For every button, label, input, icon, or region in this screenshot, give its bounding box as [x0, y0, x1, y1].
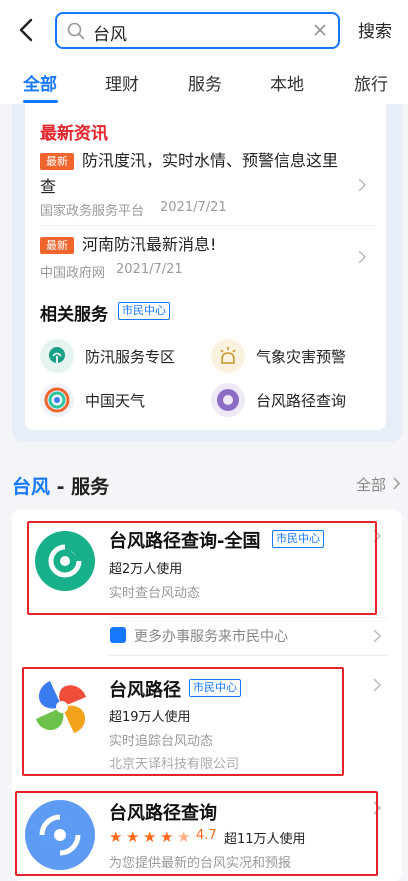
service-label: 中国天气 [85, 392, 146, 410]
news-source: 国家政务服务平台 [40, 204, 145, 219]
service-label: 台风路径查询 [256, 392, 347, 410]
document-icon [110, 627, 126, 643]
search-input[interactable]: 台风 [55, 12, 340, 49]
search-header: 台风 搜索 [0, 0, 408, 60]
news-date: 2021/7/21 [116, 262, 183, 277]
tab-indicator [23, 100, 58, 103]
typhoon-icon [211, 383, 245, 417]
new-badge: 最新 [40, 237, 74, 254]
service-label: 气象灾害预警 [256, 348, 347, 366]
news-title: 最新资讯 [40, 124, 108, 144]
search-icon [67, 22, 85, 40]
divider [108, 617, 388, 618]
flood-icon [40, 339, 74, 373]
new-badge: 最新 [40, 153, 74, 170]
weather-warning-service[interactable]: 气象灾害预警 [211, 339, 371, 373]
search-button[interactable]: 搜索 [358, 17, 392, 42]
news-title-line2: 查 [40, 177, 57, 196]
news-date: 2021/7/21 [160, 200, 227, 215]
news-title-line1: 河南防汛最新消息! [82, 235, 217, 254]
tab-travel[interactable]: 旅行 [354, 70, 388, 95]
divider [108, 655, 388, 656]
tab-local[interactable]: 本地 [270, 70, 304, 95]
search-query: 台风 [93, 25, 127, 45]
news-source: 中国政府网 [40, 266, 106, 281]
category-tabs: 全部 理财 服务 本地 旅行 [0, 60, 408, 104]
news-title-line1: 防汛度汛，实时水情、预警信息这里 [82, 151, 339, 170]
services-section-title: 台风 - 服务 [12, 476, 110, 498]
chevron-right-icon [358, 250, 367, 264]
back-arrow-icon[interactable] [14, 16, 40, 44]
tab-finance[interactable]: 理财 [105, 70, 139, 95]
chevron-right-icon[interactable] [392, 476, 401, 491]
chevron-right-icon [373, 678, 382, 692]
warning-icon [211, 339, 245, 373]
weather-icon [40, 383, 74, 417]
all-services-link[interactable]: 全部 [356, 474, 386, 495]
divider [40, 225, 376, 226]
china-weather-service[interactable]: 中国天气 [40, 383, 200, 417]
chevron-right-icon [373, 629, 382, 643]
service-label: 防汛服务专区 [85, 348, 176, 366]
highlight-box [27, 521, 377, 615]
chevron-right-icon [358, 178, 367, 192]
typhoon-path-service[interactable]: 台风路径查询 [211, 383, 371, 417]
tab-services[interactable]: 服务 [188, 70, 222, 95]
more-services-link: 更多办事服务来市民中心 [134, 629, 288, 645]
clear-icon[interactable] [312, 22, 328, 38]
flood-service-zone[interactable]: 防汛服务专区 [40, 339, 200, 373]
citizen-center-tag: 市民中心 [118, 302, 170, 320]
highlight-box [22, 667, 344, 776]
highlight-box [15, 791, 378, 876]
related-services-title: 相关服务 [40, 305, 108, 325]
tab-all[interactable]: 全部 [23, 70, 57, 95]
